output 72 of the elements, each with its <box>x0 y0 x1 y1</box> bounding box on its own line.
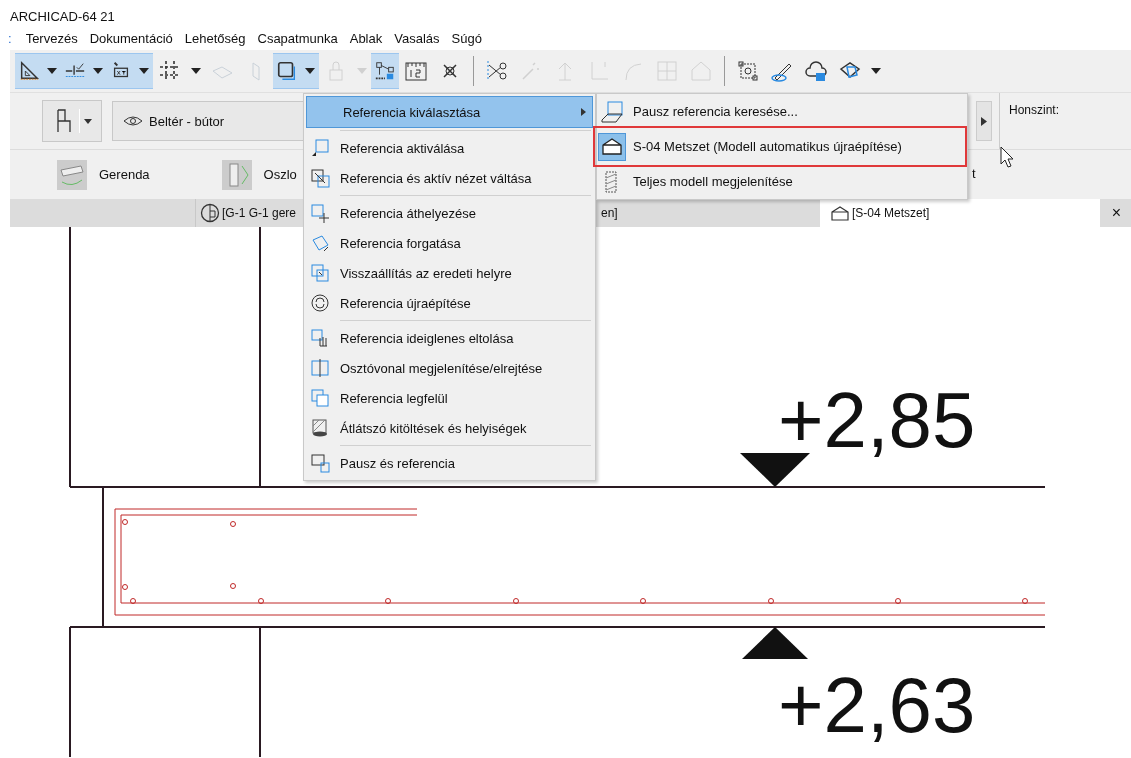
menu-overflow[interactable]: : <box>8 31 12 46</box>
element-tool-button[interactable]: Oszlo <box>219 157 297 192</box>
transform-icon <box>736 59 760 83</box>
level-label: +2,85 <box>778 376 976 464</box>
menu-item[interactable]: Teljes modell megjelenítése <box>597 166 967 197</box>
monitor-icon <box>310 453 330 473</box>
rotate-icon <box>310 233 330 253</box>
mouse-pointer-icon <box>1000 146 1014 168</box>
menu-item[interactable]: S-04 Metszet (Modell automatikus újraépítése) <box>597 130 963 163</box>
caret-icon <box>139 68 149 74</box>
stacked-squares-icon <box>310 388 330 408</box>
cloud-icon <box>804 59 828 83</box>
element-tool-button[interactable]: Gerenda <box>55 157 150 192</box>
menu-item[interactable]: Súgó <box>445 31 488 46</box>
tool-button[interactable] <box>15 53 43 89</box>
level-label: +2,63 <box>778 661 976 749</box>
menu-item[interactable]: Dokumentáció <box>83 31 179 46</box>
story-label: Honszint: <box>1009 103 1060 117</box>
view-tab[interactable]: [S-04 Metszet] <box>820 199 1100 227</box>
menu-item[interactable]: Csapatmunka <box>251 31 344 46</box>
triangle-right-icon <box>981 116 987 126</box>
menu-item[interactable]: Ablak <box>343 31 389 46</box>
menu-item[interactable]: Tervezés <box>19 31 84 46</box>
eye-icon <box>123 115 143 127</box>
view-tab-end[interactable]: en] <box>601 199 631 227</box>
menu-item[interactable]: Referencia legfelül <box>304 383 595 413</box>
close-button[interactable]: × <box>1111 204 1121 222</box>
caret-icon <box>47 68 57 74</box>
house-icon <box>689 59 713 83</box>
menu-item[interactable]: Pausz referencia keresése... <box>597 96 967 127</box>
tracing-paper-icon <box>600 99 624 124</box>
column-icon <box>219 157 254 192</box>
caret-icon <box>871 68 881 74</box>
caret-icon <box>83 118 92 124</box>
refresh-icon <box>310 293 330 313</box>
dropdown-button[interactable] <box>301 53 319 89</box>
section-house-icon <box>830 205 850 221</box>
scissors-icon <box>485 59 509 83</box>
dropdown-button[interactable] <box>135 53 153 89</box>
menu-item[interactable]: Referencia újraépítése <box>304 288 595 318</box>
caret-icon <box>305 68 315 74</box>
menu-item[interactable]: Referencia kiválasztása <box>306 96 593 128</box>
hand-icon <box>310 328 330 348</box>
menu-item[interactable]: Átlátszó kitöltések és helyiségek <box>304 413 595 443</box>
beam-icon <box>55 157 89 192</box>
caret-icon <box>93 68 103 74</box>
floor-plan-icon <box>200 203 220 223</box>
move-icon <box>310 203 330 223</box>
split-icon <box>655 59 679 83</box>
menu-item[interactable]: Referencia és aktív nézet váltása <box>304 163 595 193</box>
reset-icon <box>310 263 330 283</box>
menu-item[interactable]: Osztóvonal megjelenítése/elrejtése <box>304 353 595 383</box>
object-tool-button[interactable] <box>42 100 102 142</box>
square-icon <box>276 59 298 83</box>
menu-item[interactable]: Vasalás <box>388 31 446 46</box>
swap-squares-icon <box>310 168 330 188</box>
ruler-icon <box>404 59 428 83</box>
window-title: ARCHICAD-64 21 <box>9 8 116 26</box>
menu-item[interactable]: Referencia áthelyezése <box>304 198 595 228</box>
menu-item[interactable]: Pausz és referencia <box>304 448 595 478</box>
menu-item[interactable]: Referencia ideiglenes eltolása <box>304 323 595 353</box>
more-button[interactable] <box>976 101 992 141</box>
tool-button[interactable] <box>371 53 399 89</box>
hatched-square-icon <box>310 418 330 438</box>
menu-item[interactable]: Visszaállítás az eredeti helyre <box>304 258 595 288</box>
tool-button[interactable] <box>273 53 301 89</box>
menu-item[interactable]: Lehetőség <box>178 31 252 46</box>
label-fragment: t <box>972 166 976 181</box>
caret-icon <box>357 68 367 74</box>
squares-arrow-icon <box>310 138 330 158</box>
caret-icon <box>191 68 201 74</box>
menu-item[interactable]: Referencia forgatása <box>304 228 595 258</box>
